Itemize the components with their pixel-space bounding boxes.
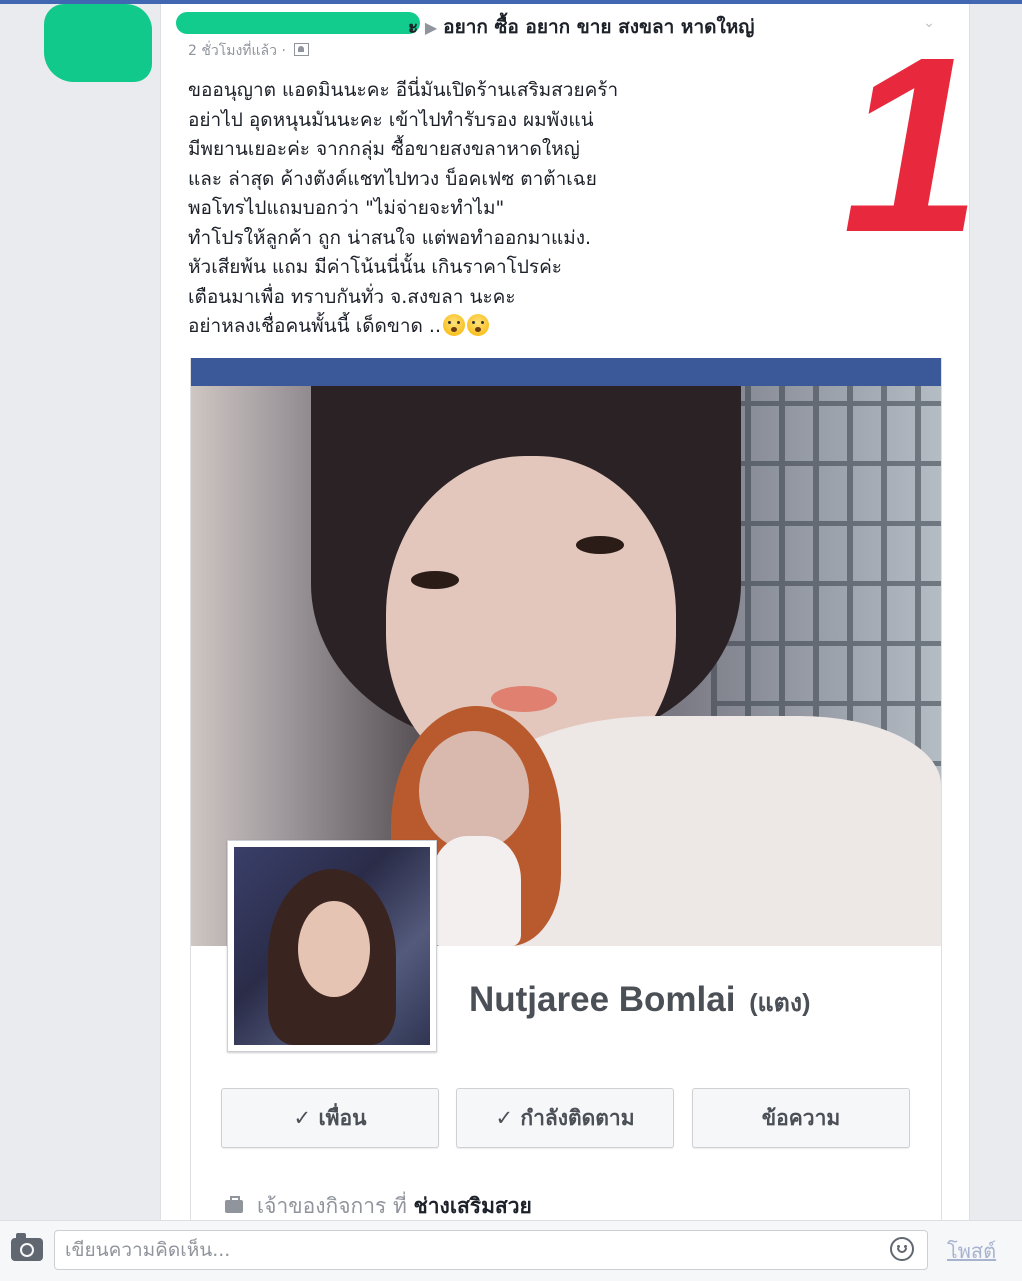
comment-input[interactable] [54,1230,928,1270]
post-line: อย่าหลงเชื่อคนพั้นนี้ เด็ดขาด .. [188,315,441,337]
cover-lips [491,686,557,712]
doll-body [431,836,521,946]
work-info-prefix: เจ้าของกิจการ ที่ [257,1194,407,1218]
comment-bar: โพสต์ [0,1220,1022,1281]
author-suffix: ะ [408,16,419,38]
briefcase-icon [225,1196,243,1213]
work-info: เจ้าของกิจการ ที่ ช่างเสริมสวย [225,1190,532,1223]
doll-face [419,731,529,851]
fearful-emoji-icon [466,314,489,336]
redacted-author-name [176,12,420,34]
post-header: ะ ▶ อยาก ซื้อ อยาก ขาย สงขลา หาดใหญ่ [408,12,754,42]
post-timestamp: 2 ชั่วโมงที่แล้ว · [188,40,310,62]
cover-eye [576,536,624,554]
post-line: และ ล่าสุด ค้างตังค์แชทไปทวง บ็อคเฟซ ตาต… [188,167,597,190]
message-button[interactable]: ข้อความ [692,1088,910,1148]
emoji-picker-icon[interactable] [890,1237,914,1261]
profile-alt-name: (แตง) [749,989,811,1017]
post-line: มีพยานเยอะค่ะ จากกลุ่ม ซื้อขายสงขลาหาดให… [188,138,580,160]
timestamp-text[interactable]: 2 ชั่วโมงที่แล้ว · [188,43,286,59]
camera-icon[interactable] [11,1233,43,1261]
post-line: หัวเสียพ้น แถม มีค่าโน้นนี่นั้น เกินราคา… [188,256,562,278]
share-arrow-icon: ▶ [424,18,438,37]
cover-eye [411,571,459,589]
work-info-business[interactable]: ช่างเสริมสวย [414,1194,532,1218]
post-line: เตือนมาเพื่อ ทราบกันทั่ว จ.สงขลา นะคะ [188,285,516,308]
group-privacy-icon [294,43,310,56]
following-button[interactable]: ✓ กำลังติดตาม [456,1088,674,1148]
friends-button[interactable]: ✓ เพื่อน [221,1088,439,1148]
redacted-avatar [44,4,152,82]
profile-face [298,901,370,997]
post-line: อย่าไป อุดหนุนมันนะคะ เข้าไปทำรับรอง ผมพ… [188,108,594,131]
post-line: พอโทรไปแถมบอกว่า "ไม่จ่ายจะทำไม" [188,197,505,219]
profile-name-text: Nutjaree Bomlai [469,980,736,1019]
post-line-last: อย่าหลงเชื่อคนพั้นนี้ เด็ดขาด .. [188,312,808,342]
post-line: ทำโปรให้ลูกค้า ถูก น่าสนใจ แต่พอทำออกมาแ… [188,226,592,249]
post-body: ขออนุญาต แอดมินนะคะ อีนี่มันเปิดร้านเสริ… [188,76,808,342]
group-name-link[interactable]: อยาก ซื้อ อยาก ขาย สงขลา หาดใหญ่ [443,16,754,38]
shared-profile-screenshot[interactable]: Nutjaree Bomlai (แตง) ✓ เพื่อน ✓ กำลังติ… [190,358,942,1220]
facebook-top-bar [191,358,941,386]
profile-photo [234,847,430,1045]
profile-name[interactable]: Nutjaree Bomlai (แตง) [469,980,810,1023]
fearful-emoji-icon [442,314,465,336]
post-line: ขออนุญาต แอดมินนะคะ อีนี่มันเปิดร้านเสริ… [188,79,619,101]
profile-picture[interactable] [227,840,437,1052]
post-comment-button[interactable]: โพสต์ [947,1235,996,1267]
